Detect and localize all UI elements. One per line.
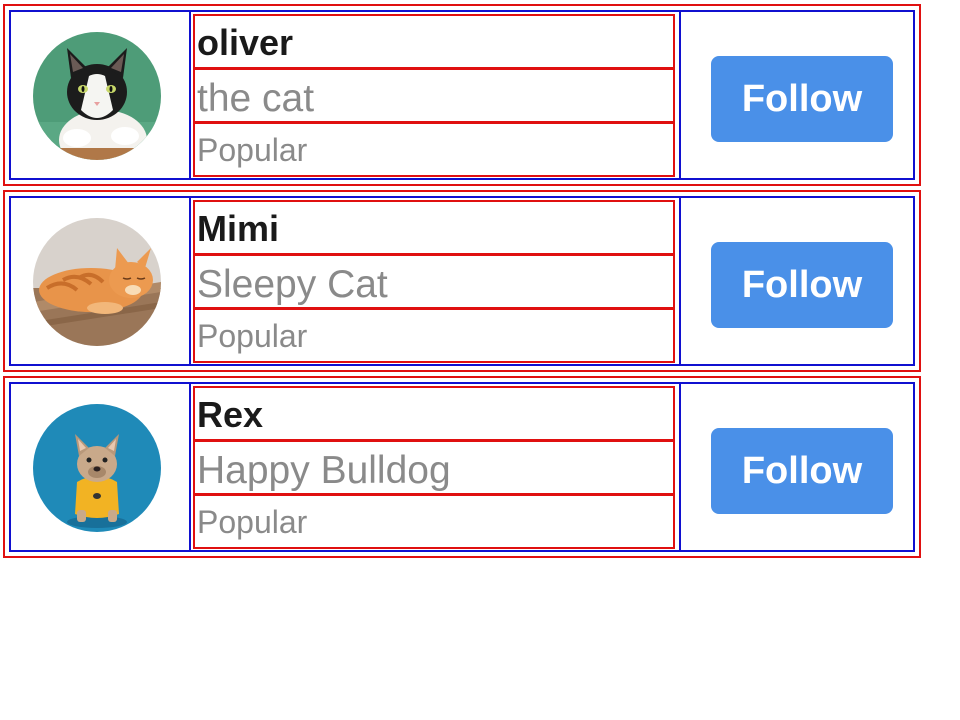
username[interactable]: Mimi	[197, 211, 279, 247]
description-box: Sleepy Cat	[193, 254, 675, 309]
account-row-inner: oliver the cat Popular Follow	[9, 10, 915, 180]
account-row: oliver the cat Popular Follow	[3, 4, 921, 186]
avatar[interactable]	[33, 218, 161, 346]
account-row-inner: Rex Happy Bulldog Popular Follow	[9, 382, 915, 552]
avatar[interactable]	[33, 404, 161, 532]
username[interactable]: oliver	[197, 25, 293, 61]
avatar-cell	[11, 12, 191, 178]
description-box: Happy Bulldog	[193, 440, 675, 495]
username[interactable]: Rex	[197, 397, 263, 433]
account-row: Rex Happy Bulldog Popular Follow	[3, 376, 921, 558]
account-suggestion-list: oliver the cat Popular Follow Mimi Sleep…	[0, 0, 960, 720]
popularity-tag: Popular	[197, 318, 308, 354]
tag-box: Popular	[193, 494, 675, 549]
account-description: the cat	[197, 77, 315, 120]
tag-box: Popular	[193, 308, 675, 363]
username-box: Rex	[193, 386, 675, 441]
account-row: Mimi Sleepy Cat Popular Follow	[3, 190, 921, 372]
follow-button[interactable]: Follow	[711, 56, 893, 142]
avatar-cell	[11, 384, 191, 550]
tag-box: Popular	[193, 122, 675, 177]
account-description: Happy Bulldog	[197, 449, 451, 492]
account-info: Mimi Sleepy Cat Popular	[191, 198, 681, 364]
popularity-tag: Popular	[197, 504, 308, 540]
username-box: Mimi	[193, 200, 675, 255]
account-info: Rex Happy Bulldog Popular	[191, 384, 681, 550]
account-info: oliver the cat Popular	[191, 12, 681, 178]
account-row-inner: Mimi Sleepy Cat Popular Follow	[9, 196, 915, 366]
username-box: oliver	[193, 14, 675, 69]
avatar-cell	[11, 198, 191, 364]
avatar[interactable]	[33, 32, 161, 160]
follow-button[interactable]: Follow	[711, 242, 893, 328]
account-description: Sleepy Cat	[197, 263, 388, 306]
follow-button[interactable]: Follow	[711, 428, 893, 514]
popularity-tag: Popular	[197, 132, 308, 168]
description-box: the cat	[193, 68, 675, 123]
